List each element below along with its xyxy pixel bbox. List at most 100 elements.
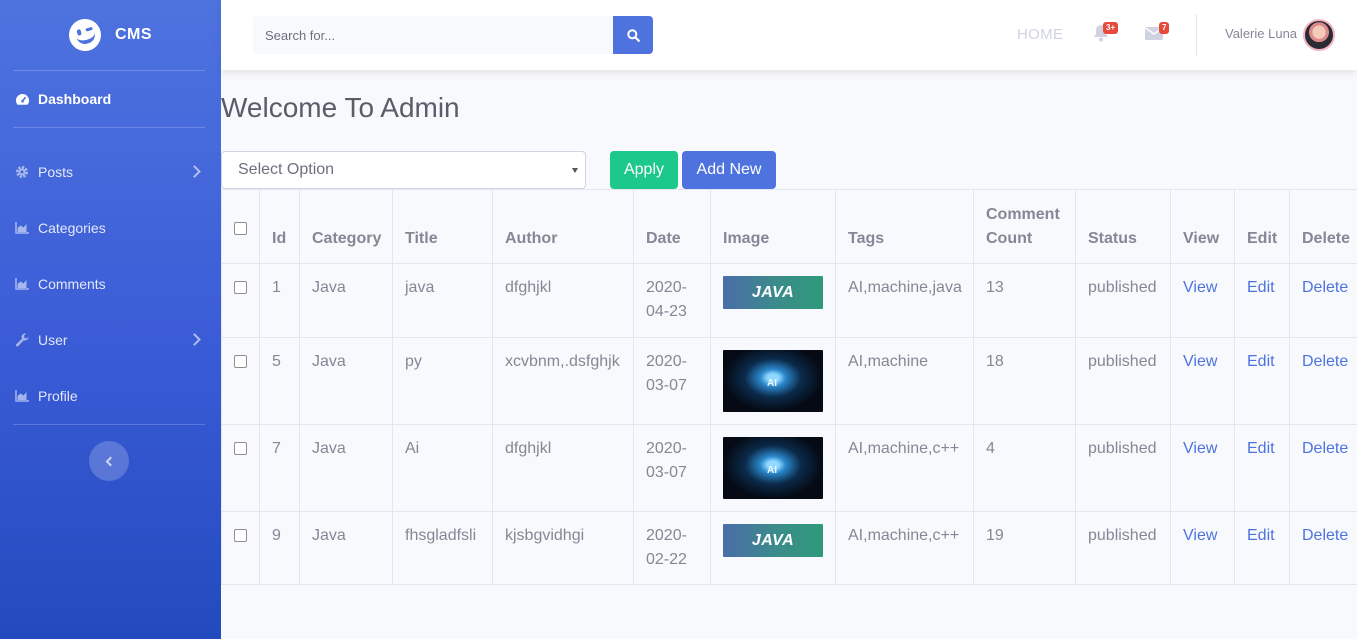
post-thumbnail: AI (723, 350, 823, 412)
search-form (253, 16, 653, 54)
row-checkbox[interactable] (234, 355, 247, 368)
sidebar-toggle-button[interactable] (89, 441, 129, 481)
search-icon (626, 28, 640, 42)
cell-view: View (1170, 337, 1235, 425)
cell-comment-count: 13 (973, 263, 1076, 338)
cell-tags: AI,machine (835, 337, 974, 425)
sidebar-item-label: Posts (38, 164, 74, 180)
post-thumbnail: JAVA (723, 524, 823, 557)
cell-category: Java (299, 263, 393, 338)
sidebar-item-label: User (38, 332, 68, 348)
messages-badge: 7 (1159, 22, 1170, 34)
bulk-options-select[interactable]: Select Option (221, 151, 586, 189)
row-checkbox[interactable] (234, 281, 247, 294)
select-all-checkbox[interactable] (234, 222, 247, 235)
search-button[interactable] (613, 16, 653, 54)
column-header: Title (392, 189, 493, 264)
cell-comment-count: 4 (973, 424, 1076, 512)
column-header: Category (299, 189, 393, 264)
chart-area-icon (14, 221, 30, 235)
table-row: 9 Java fhsgladfsli kjsbgvidhgi 2020-02-2… (221, 511, 1357, 585)
cell-author: xcvbnm,.dsfghjk (492, 337, 634, 425)
edit-link[interactable]: Edit (1247, 279, 1275, 296)
view-link[interactable]: View (1183, 527, 1217, 544)
table-header-row: Id Category Title Author Date Image Tags… (221, 189, 1357, 264)
thumbnail-text: AI (767, 378, 777, 389)
add-new-button[interactable]: Add New (682, 151, 776, 189)
cell-tags: AI,machine,c++ (835, 424, 974, 512)
sidebar-item-label: Dashboard (38, 91, 112, 107)
table-row: 7 Java Ai dfghjkl 2020-03-07 AI AI,machi… (221, 424, 1357, 512)
row-checkbox[interactable] (234, 442, 247, 455)
cell-title: Ai (392, 424, 493, 512)
column-header: Author (492, 189, 634, 264)
sidebar-brand[interactable]: CMS (0, 0, 221, 70)
view-link[interactable]: View (1183, 440, 1217, 457)
gear-icon (14, 165, 30, 179)
alerts-dropdown[interactable]: 3+ (1093, 22, 1119, 47)
column-header: Comment Count (973, 189, 1076, 264)
cell-delete: Delete (1289, 337, 1357, 425)
table-row: 1 Java java dfghjkl 2020-04-23 JAVA AI,m… (221, 263, 1357, 338)
cell-comment-count: 18 (973, 337, 1076, 425)
cell-title: fhsgladfsli (392, 511, 493, 585)
cell-view: View (1170, 424, 1235, 512)
messages-dropdown[interactable]: 7 (1145, 22, 1170, 45)
cell-id: 5 (259, 337, 300, 425)
cell-id: 1 (259, 263, 300, 338)
home-link[interactable]: HOME (1017, 26, 1063, 43)
brand-name: CMS (114, 26, 153, 43)
apply-button[interactable]: Apply (610, 151, 678, 189)
cell-view: View (1170, 511, 1235, 585)
edit-link[interactable]: Edit (1247, 527, 1275, 544)
cell-tags: AI,machine,java (835, 263, 974, 338)
cell-date: 2020-04-23 (633, 263, 711, 338)
sidebar-item-posts[interactable]: Posts (0, 144, 221, 200)
cell-date: 2020-03-07 (633, 337, 711, 425)
cell-date: 2020-03-07 (633, 424, 711, 512)
chevron-left-icon (105, 456, 116, 466)
delete-link[interactable]: Delete (1302, 527, 1348, 544)
cell-author: dfghjkl (492, 424, 634, 512)
cell-tags: AI,machine,c++ (835, 511, 974, 585)
edit-link[interactable]: Edit (1247, 353, 1275, 370)
view-link[interactable]: View (1183, 353, 1217, 370)
view-link[interactable]: View (1183, 279, 1217, 296)
cell-image: JAVA (710, 511, 836, 585)
user-name[interactable]: Valerie Luna (1225, 26, 1297, 41)
cell-status: published (1075, 424, 1171, 512)
cell-title: java (392, 263, 493, 338)
cell-author: kjsbgvidhgi (492, 511, 634, 585)
cell-author: dfghjkl (492, 263, 634, 338)
column-header: Id (259, 189, 300, 264)
delete-link[interactable]: Delete (1302, 440, 1348, 457)
cell-edit: Edit (1234, 511, 1290, 585)
thumbnail-text: AI (767, 465, 777, 476)
sidebar-item-label: Comments (38, 276, 106, 292)
sidebar-item-categories[interactable]: Categories (0, 200, 221, 256)
avatar[interactable] (1303, 19, 1335, 51)
column-header: View (1170, 189, 1235, 264)
cell-category: Java (299, 511, 393, 585)
tachometer-icon (14, 92, 30, 106)
search-input[interactable] (253, 16, 613, 54)
topbar-divider (1196, 14, 1197, 56)
sidebar-item-comments[interactable]: Comments (0, 256, 221, 312)
sidebar-item-dashboard[interactable]: Dashboard (0, 71, 221, 127)
post-thumbnail: JAVA (723, 276, 823, 309)
cell-edit: Edit (1234, 424, 1290, 512)
page-title: Welcome To Admin (221, 92, 460, 123)
cell-delete: Delete (1289, 263, 1357, 338)
sidebar-divider (13, 127, 205, 128)
delete-link[interactable]: Delete (1302, 353, 1348, 370)
sidebar-item-profile[interactable]: Profile (0, 368, 221, 424)
row-checkbox-cell (221, 424, 260, 512)
post-thumbnail: AI (723, 437, 823, 499)
sidebar-item-user[interactable]: User (0, 312, 221, 368)
row-checkbox-cell (221, 337, 260, 425)
cell-comment-count: 19 (973, 511, 1076, 585)
delete-link[interactable]: Delete (1302, 279, 1348, 296)
row-checkbox[interactable] (234, 529, 247, 542)
edit-link[interactable]: Edit (1247, 440, 1275, 457)
column-header: Date (633, 189, 711, 264)
